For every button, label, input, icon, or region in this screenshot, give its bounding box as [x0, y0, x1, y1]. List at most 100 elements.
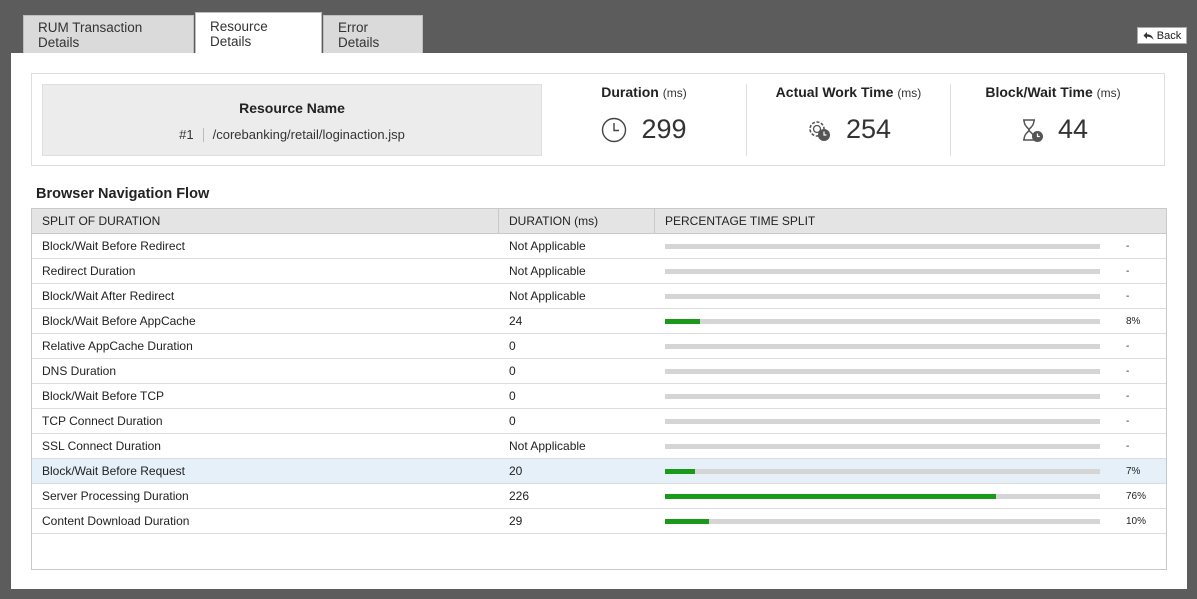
- metric-work-unit: (ms): [897, 86, 922, 100]
- row-split-name: Content Download Duration: [42, 514, 190, 528]
- table-row[interactable]: Server Processing Duration 226 76%: [32, 484, 1166, 509]
- row-split-name: Redirect Duration: [42, 264, 136, 278]
- row-duration: 29: [509, 514, 523, 528]
- percentage-bar-fill: [665, 469, 696, 474]
- resource-line: #1 /corebanking/retail/loginaction.jsp: [43, 127, 541, 142]
- row-percentage: -: [1126, 390, 1130, 402]
- back-arrow-icon: [1143, 31, 1154, 40]
- table-row[interactable]: Block/Wait After Redirect Not Applicable -: [32, 284, 1166, 309]
- metric-duration: Duration (ms) 299: [542, 74, 746, 167]
- row-percentage-cell: 8%: [655, 309, 1166, 333]
- row-duration: 226: [509, 489, 530, 503]
- metric-actual-work-time: Actual Work Time (ms) 254: [747, 74, 950, 167]
- navigation-flow-table: SPLIT OF DURATION DURATION (ms) PERCENTA…: [31, 208, 1167, 570]
- resource-details-panel: Resource Name #1 /corebanking/retail/log…: [11, 53, 1187, 589]
- tab-error-details[interactable]: Error Details: [323, 15, 423, 54]
- row-percentage-cell: -: [655, 409, 1166, 433]
- header-split-of-duration[interactable]: SPLIT OF DURATION: [32, 209, 499, 233]
- metric-work-value: 254: [845, 114, 892, 144]
- row-percentage-cell: 10%: [655, 509, 1166, 533]
- header-duration[interactable]: DURATION (ms): [499, 209, 655, 233]
- row-percentage-cell: -: [655, 359, 1166, 383]
- row-split-name: DNS Duration: [42, 364, 117, 378]
- percentage-bar-fill: [665, 519, 709, 524]
- row-split-name: Server Processing Duration: [42, 489, 189, 503]
- percentage-bar-track: [665, 294, 1100, 299]
- row-split-name: SSL Connect Duration: [42, 439, 161, 453]
- row-percentage-cell: -: [655, 234, 1166, 258]
- percentage-bar-track: [665, 519, 1100, 524]
- table-row[interactable]: Block/Wait Before Request 20 7%: [32, 459, 1166, 484]
- row-duration: Not Applicable: [509, 439, 586, 453]
- table-row[interactable]: Content Download Duration 29 10%: [32, 509, 1166, 534]
- metric-duration-unit: (ms): [662, 86, 687, 100]
- section-title: Browser Navigation Flow: [36, 186, 210, 202]
- row-duration: Not Applicable: [509, 289, 586, 303]
- row-duration: 0: [509, 414, 516, 428]
- row-duration: 0: [509, 364, 516, 378]
- table-row[interactable]: Block/Wait Before TCP 0 -: [32, 384, 1166, 409]
- percentage-bar-track: [665, 419, 1100, 424]
- row-percentage-cell: -: [655, 259, 1166, 283]
- metric-block-unit: (ms): [1096, 86, 1121, 100]
- row-percentage: 76%: [1126, 490, 1147, 502]
- resource-number: #1: [179, 127, 204, 142]
- row-percentage: -: [1126, 340, 1130, 352]
- row-duration: 0: [509, 389, 516, 403]
- row-percentage: -: [1126, 365, 1130, 377]
- row-split-name: Block/Wait Before Redirect: [42, 239, 185, 253]
- percentage-bar-track: [665, 269, 1100, 274]
- metric-block-label: Block/Wait Time: [985, 84, 1093, 100]
- tab-rum-transaction-details[interactable]: RUM Transaction Details: [23, 15, 194, 54]
- row-split-name: Block/Wait Before AppCache: [42, 314, 196, 328]
- table-body: Block/Wait Before Redirect Not Applicable…: [32, 234, 1166, 534]
- metric-block-value: 44: [1057, 114, 1089, 144]
- table-row[interactable]: DNS Duration 0 -: [32, 359, 1166, 384]
- back-label: Back: [1156, 29, 1182, 42]
- gear-clock-icon: [809, 120, 830, 141]
- row-split-name: Block/Wait Before Request: [42, 464, 185, 478]
- tab-bar: RUM Transaction Details Resource Details…: [23, 12, 424, 54]
- metric-work-label: Actual Work Time: [775, 84, 894, 100]
- percentage-bar-track: [665, 244, 1100, 249]
- row-percentage: -: [1126, 290, 1130, 302]
- row-duration: Not Applicable: [509, 264, 586, 278]
- resource-name-title: Resource Name: [239, 100, 345, 116]
- row-percentage-cell: -: [655, 384, 1166, 408]
- metric-duration-label: Duration: [601, 84, 659, 100]
- hourglass-clock-icon: [1022, 118, 1043, 142]
- row-split-name: Block/Wait After Redirect: [42, 289, 175, 303]
- metric-duration-value: 299: [641, 114, 687, 144]
- row-percentage-cell: -: [655, 284, 1166, 308]
- percentage-bar-track: [665, 494, 1100, 499]
- percentage-bar-fill: [665, 319, 700, 324]
- table-row[interactable]: Block/Wait Before Redirect Not Applicable…: [32, 234, 1166, 259]
- percentage-bar-fill: [665, 494, 996, 499]
- tab-resource-details[interactable]: Resource Details: [195, 12, 322, 54]
- back-button[interactable]: Back: [1137, 27, 1187, 44]
- table-row[interactable]: Block/Wait Before AppCache 24 8%: [32, 309, 1166, 334]
- row-percentage-cell: 76%: [655, 484, 1166, 508]
- header-percentage-time-split[interactable]: PERCENTAGE TIME SPLIT: [655, 209, 1166, 233]
- table-row[interactable]: Redirect Duration Not Applicable -: [32, 259, 1166, 284]
- percentage-bar-track: [665, 319, 1100, 324]
- row-percentage: -: [1126, 415, 1130, 427]
- row-percentage: 10%: [1126, 515, 1147, 527]
- table-row[interactable]: Relative AppCache Duration 0 -: [32, 334, 1166, 359]
- metric-block-wait-time: Block/Wait Time (ms) 44: [951, 74, 1155, 167]
- clock-icon: [602, 117, 627, 142]
- row-duration: 24: [509, 314, 523, 328]
- row-percentage-cell: 7%: [655, 459, 1166, 483]
- table-row[interactable]: SSL Connect Duration Not Applicable -: [32, 434, 1166, 459]
- row-duration: 0: [509, 339, 516, 353]
- row-percentage: 7%: [1126, 465, 1141, 477]
- percentage-bar-track: [665, 394, 1100, 399]
- table-header: SPLIT OF DURATION DURATION (ms) PERCENTA…: [32, 209, 1166, 234]
- percentage-bar-track: [665, 469, 1100, 474]
- table-row[interactable]: TCP Connect Duration 0 -: [32, 409, 1166, 434]
- resource-path: /corebanking/retail/loginaction.jsp: [212, 127, 405, 142]
- summary-box: Resource Name #1 /corebanking/retail/log…: [31, 73, 1165, 166]
- row-percentage: -: [1126, 440, 1130, 452]
- row-percentage: -: [1126, 240, 1130, 252]
- row-percentage: 8%: [1126, 315, 1141, 327]
